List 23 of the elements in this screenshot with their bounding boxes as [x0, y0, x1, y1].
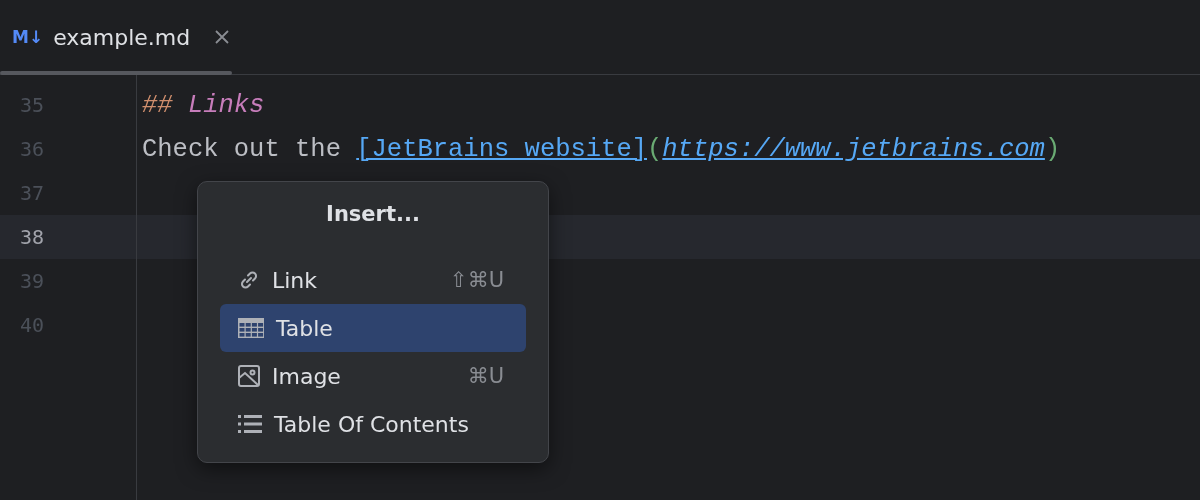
table-icon	[238, 318, 264, 338]
shortcut-text: ⌘U	[467, 364, 504, 388]
markdown-icon: M↓	[12, 27, 44, 47]
parenthesis: (	[647, 134, 663, 164]
parenthesis: )	[1044, 134, 1061, 164]
code-text: Check out the	[142, 134, 342, 164]
url-link[interactable]: https://www.jetbrains.com	[662, 134, 1045, 164]
image-icon	[238, 365, 260, 387]
shortcut-text: ⇧⌘U	[450, 268, 504, 292]
close-icon[interactable]	[214, 29, 231, 45]
file-tab[interactable]: M↓ example.md	[0, 0, 232, 74]
link-text[interactable]: [JetBrains website]	[356, 134, 647, 164]
line-number: 38	[20, 225, 45, 249]
menu-item[interactable]: Table	[220, 304, 526, 352]
popup-title: Insert...	[325, 202, 421, 226]
menu-item[interactable]: Image ⌘U	[220, 352, 526, 400]
link-icon	[238, 269, 260, 291]
menu-item[interactable]: Table Of Contents	[220, 400, 526, 448]
heading-text: Links	[187, 90, 265, 120]
heading-marker: ##	[142, 90, 173, 120]
tab-title: example.md	[53, 24, 191, 50]
menu-item[interactable]: Link ⇧⌘U	[220, 256, 526, 304]
list-icon	[238, 414, 262, 434]
